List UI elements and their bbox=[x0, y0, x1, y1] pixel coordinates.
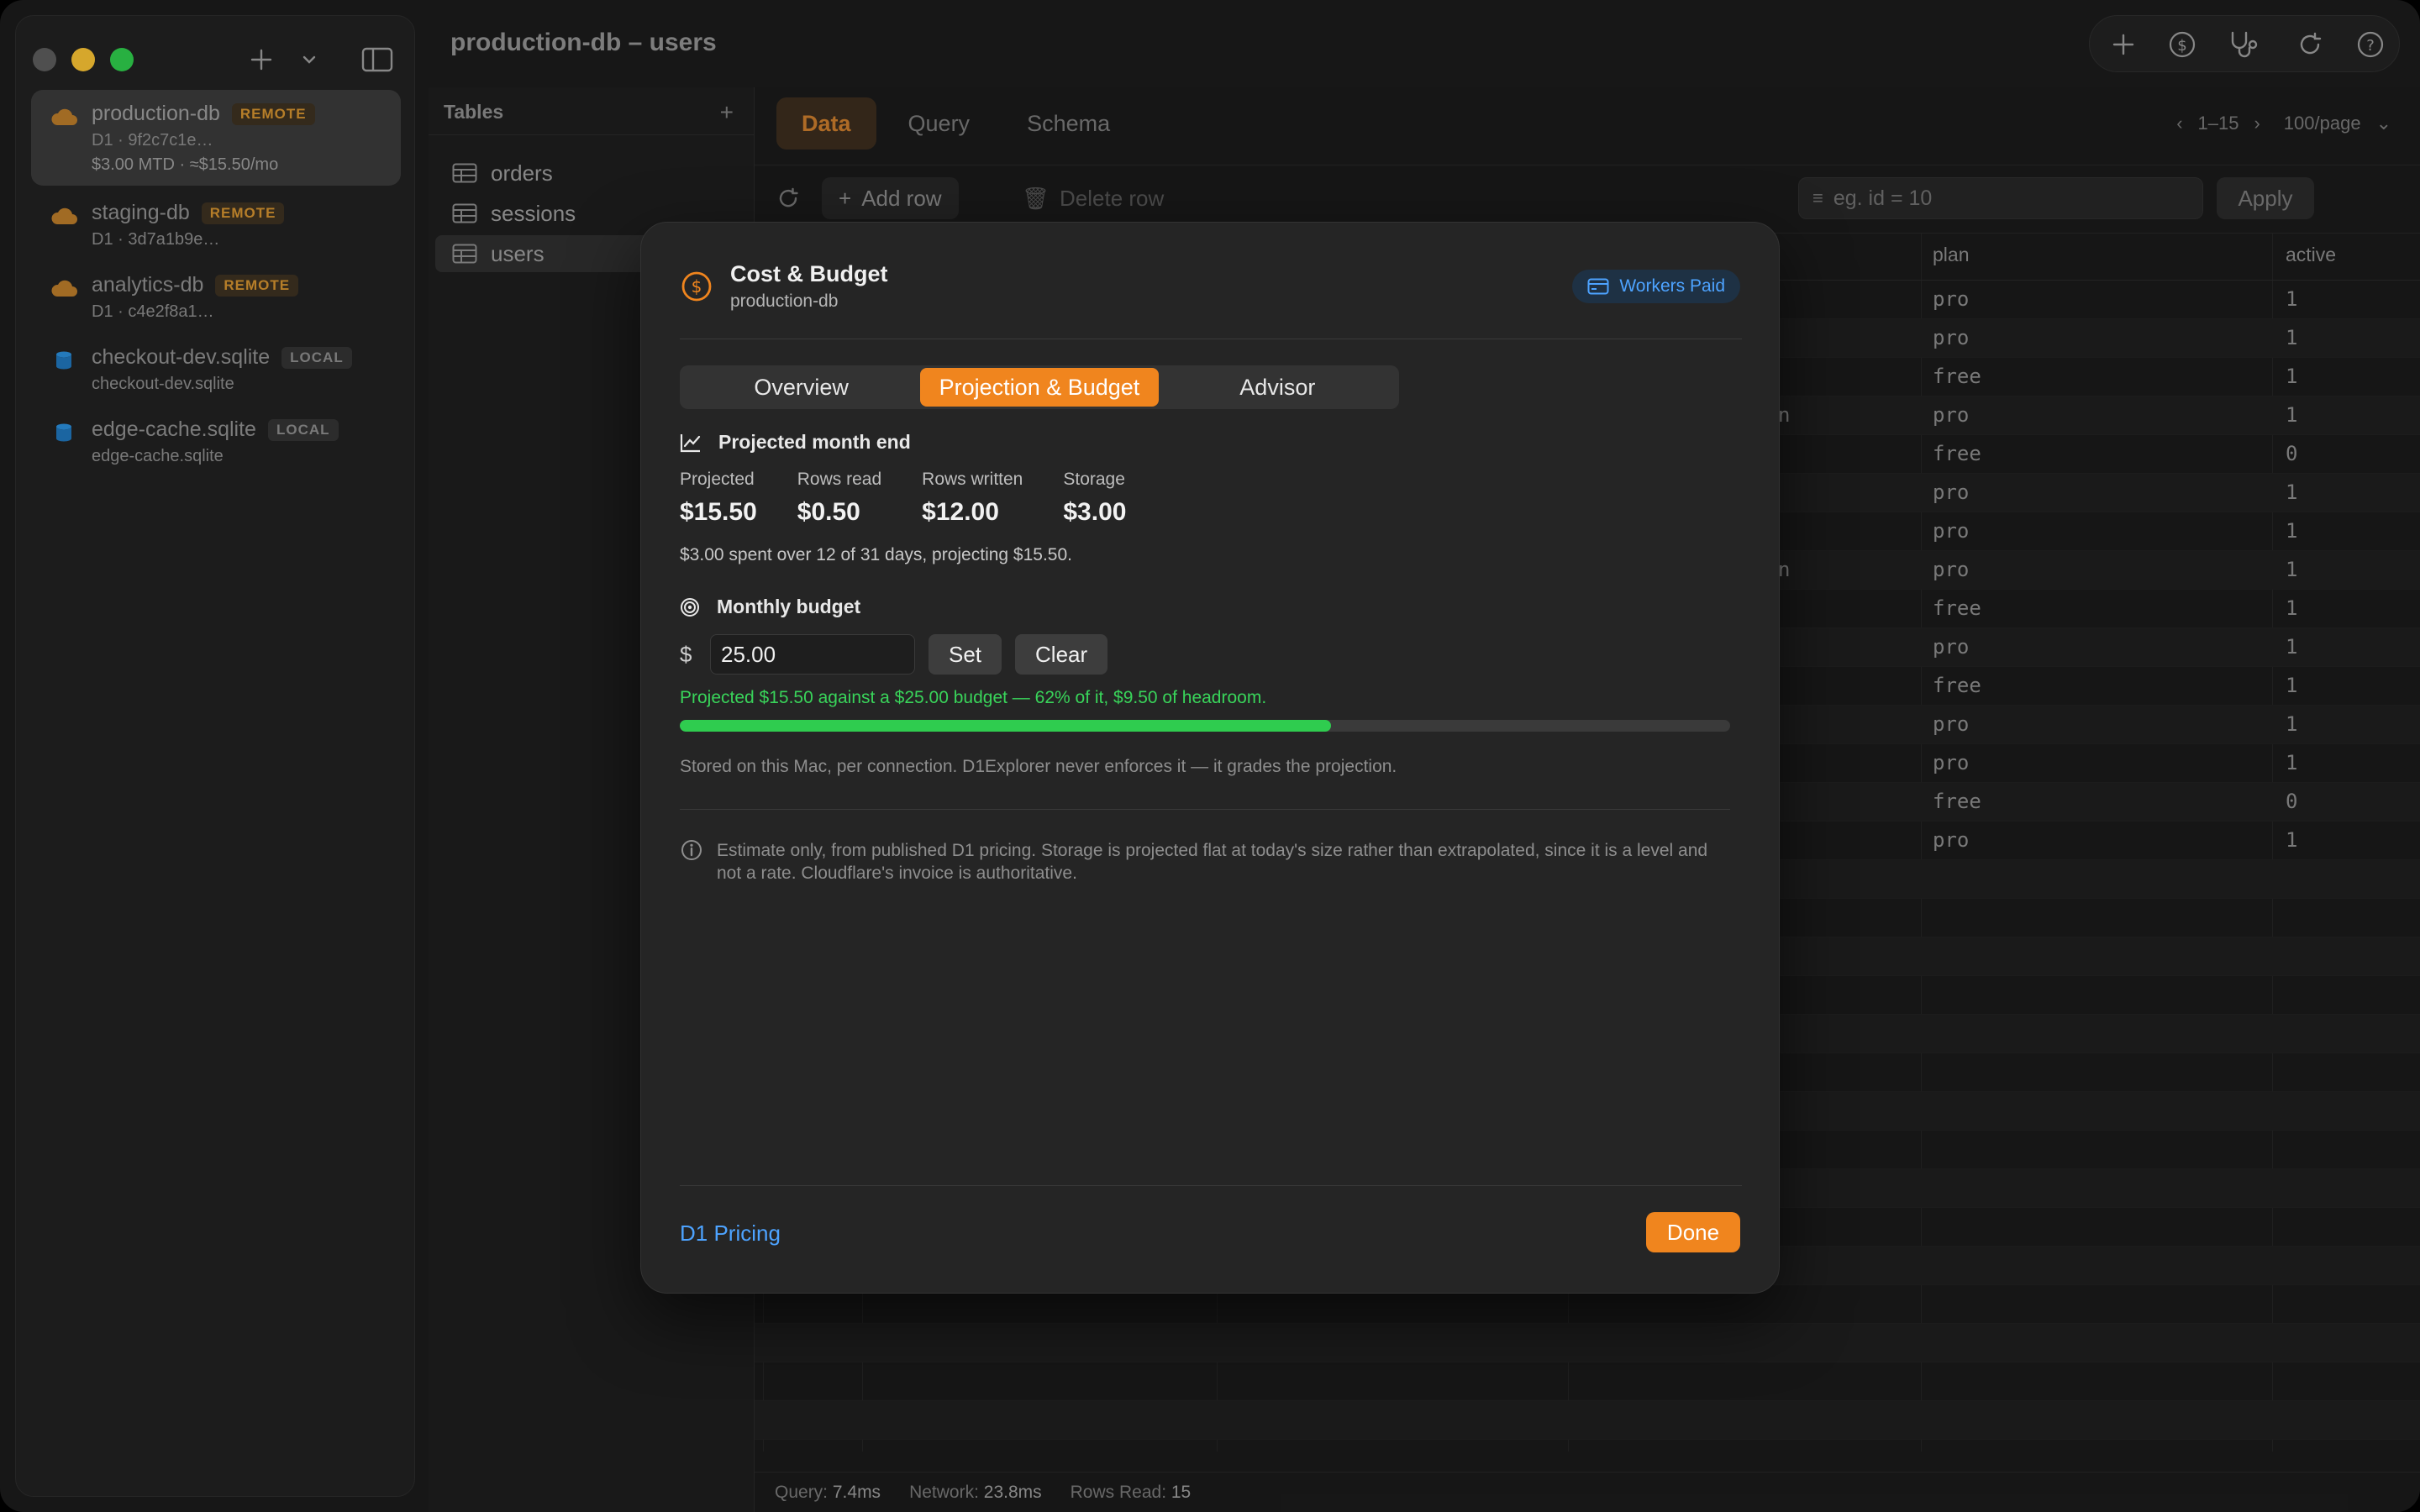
info-icon bbox=[681, 840, 702, 860]
metric-rows-written: Rows written $12.00 bbox=[922, 470, 1023, 527]
app-window: production-db REMOTE D1 · 9f2c7c1e… $3.00… bbox=[0, 0, 2420, 1512]
dialog-subtitle: production-db bbox=[730, 291, 839, 311]
budget-status: Projected $15.50 against a $25.00 budget… bbox=[680, 688, 1267, 707]
projection-note: $3.00 spent over 12 of 31 days, projecti… bbox=[680, 545, 1072, 564]
estimate-info-text: Estimate only, from published D1 pricing… bbox=[717, 841, 1708, 883]
set-budget-button[interactable]: Set bbox=[929, 634, 1002, 675]
budget-row: $ Set Clear bbox=[680, 634, 1108, 675]
plan-label: Workers Paid bbox=[1619, 276, 1725, 296]
metric-label: Projected bbox=[680, 470, 755, 489]
metric-storage: Storage $3.00 bbox=[1063, 470, 1126, 527]
metric-label: Storage bbox=[1063, 470, 1125, 489]
d1-pricing-link[interactable]: D1 Pricing bbox=[680, 1221, 781, 1247]
segment-advisor[interactable]: Advisor bbox=[1159, 368, 1397, 407]
budget-progress-fill bbox=[680, 720, 1331, 732]
budget-storage-note: Stored on this Mac, per connection. D1Ex… bbox=[680, 757, 1397, 776]
segment-projection-budget[interactable]: Projection & Budget bbox=[920, 368, 1159, 407]
cost-dollar-icon: $ bbox=[681, 271, 712, 302]
metric-label: Rows written bbox=[922, 470, 1023, 489]
budget-input[interactable] bbox=[710, 634, 915, 675]
metric-projected: Projected $15.50 bbox=[680, 470, 757, 527]
clear-budget-button[interactable]: Clear bbox=[1015, 634, 1108, 675]
segment-overview[interactable]: Overview bbox=[682, 368, 920, 407]
estimate-info: Estimate only, from published D1 pricing… bbox=[680, 839, 1722, 885]
currency-symbol: $ bbox=[680, 641, 692, 667]
projection-heading-label: Projected month end bbox=[718, 431, 911, 453]
metric-value: $0.50 bbox=[797, 498, 860, 526]
segmented-control: Overview Projection & Budget Advisor bbox=[680, 365, 1399, 409]
metric-label: Rows read bbox=[797, 470, 882, 489]
divider bbox=[680, 1185, 1742, 1186]
dialog-title: Cost & Budget bbox=[730, 261, 888, 286]
budget-heading: Monthly budget bbox=[680, 596, 860, 618]
budget-progress-bar bbox=[680, 720, 1730, 732]
metric-value: $15.50 bbox=[680, 498, 757, 526]
chart-line-icon bbox=[680, 433, 701, 452]
divider bbox=[680, 809, 1730, 810]
plan-badge: Workers Paid bbox=[1572, 270, 1740, 303]
done-button[interactable]: Done bbox=[1646, 1212, 1740, 1252]
target-icon bbox=[681, 597, 699, 617]
metric-value: $3.00 bbox=[1063, 498, 1127, 526]
metric-rows-read: Rows read $0.50 bbox=[797, 470, 881, 527]
credit-card-icon bbox=[1587, 278, 1609, 295]
cost-budget-dialog: $ Cost & Budget production-db Workers Pa… bbox=[640, 222, 1780, 1294]
projection-metrics: Projected $15.50 Rows read $0.50 Rows wr… bbox=[680, 470, 1166, 527]
svg-text:$: $ bbox=[692, 276, 702, 297]
metric-value: $12.00 bbox=[922, 498, 999, 526]
projection-heading: Projected month end bbox=[680, 431, 911, 454]
budget-heading-label: Monthly budget bbox=[717, 596, 861, 617]
